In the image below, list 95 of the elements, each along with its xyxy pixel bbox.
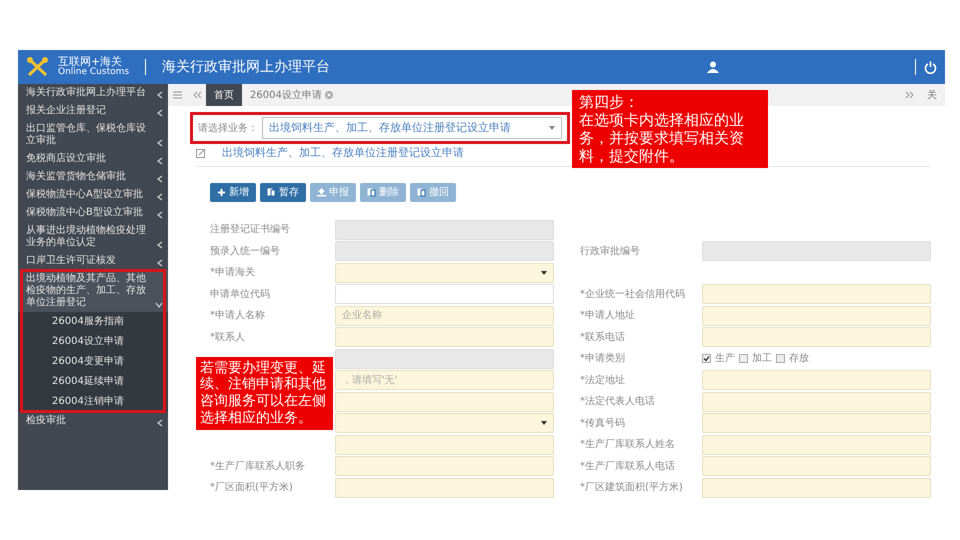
plus-icon	[217, 188, 226, 196]
field-label: *生产厂库联系人电话	[580, 460, 676, 474]
field-label: *厂区建筑面积(平方米)	[580, 480, 684, 495]
dropdown-field[interactable]	[335, 262, 554, 282]
sidebar-subitem[interactable]: 26004设立申请	[18, 332, 168, 352]
brand-subtitle: Online Customs	[58, 68, 130, 78]
sidebar-item[interactable]: 出境动植物及其产品、其他检疫物的生产、加工、存放单位注册登记	[18, 270, 168, 312]
field-label: *生产厂库联系人职务	[210, 460, 306, 474]
field-label: *企业统一社会信用代码	[580, 288, 686, 302]
close-icon	[324, 91, 333, 99]
chevron-left-icon	[157, 211, 163, 219]
checkbox-label: 生产	[715, 352, 735, 366]
checkbox-label: 存放	[789, 352, 809, 366]
checkbox[interactable]	[776, 354, 785, 363]
select-label: 请选择业务：	[198, 122, 258, 136]
sidebar-item[interactable]: 保税物流中心A型设立审批	[18, 186, 168, 204]
chevron-left-icon	[157, 139, 163, 147]
tab[interactable]: 首页	[206, 84, 242, 106]
input-field[interactable]	[702, 370, 931, 390]
caret-down-icon	[541, 270, 547, 274]
input-field[interactable]	[335, 478, 554, 498]
field-label: *法定地址	[580, 374, 626, 388]
input-field[interactable]	[702, 413, 931, 433]
caret-down-icon	[549, 126, 555, 130]
sidebar-subitem[interactable]: 26004延续申请	[18, 372, 168, 392]
field-label: *联系电话	[580, 330, 626, 344]
annotation-text: 若需要办理变更、延续、注销申请和其他咨询服务可以在左侧选择相应的业务。	[200, 360, 327, 427]
chevron-left-icon	[157, 193, 163, 201]
sidebar-item[interactable]: 报关企业注册登记	[18, 102, 168, 120]
field-label: 注册登记证书编号	[210, 222, 291, 237]
document-icon	[367, 188, 376, 196]
chevron-left-icon	[157, 241, 163, 249]
sidebar-item[interactable]: 从事进出境动植物检疫处理业务的单位认定	[18, 222, 168, 252]
input-field[interactable]	[335, 327, 554, 347]
sidebar-item[interactable]: 出口监管仓库、保税仓库设立审批	[18, 120, 168, 150]
chevron-left-icon	[157, 91, 163, 99]
sidebar-item[interactable]: 口岸卫生许可证核发	[18, 252, 168, 270]
close-tabs-link[interactable]: 关	[919, 84, 945, 106]
checkbox[interactable]	[739, 354, 748, 363]
field-label: *申请人名称	[210, 308, 266, 323]
field-label: *厂区面积(平方米)	[210, 480, 294, 495]
checkbox-label: 加工	[752, 352, 772, 366]
sidebar-item[interactable]: 保税物流中心B型设立审批	[18, 204, 168, 222]
input-field[interactable]	[335, 456, 554, 476]
upload-icon	[317, 188, 326, 196]
document-icon	[267, 188, 276, 196]
field-label: *联系人	[210, 330, 246, 344]
action-button[interactable]: 新增	[210, 182, 256, 202]
field-label: 预录入统一编号	[210, 244, 281, 258]
sidebar-item[interactable]: 免税商店设立审批	[18, 150, 168, 168]
chevron-down-icon	[155, 301, 163, 309]
action-button[interactable]: 暂存	[260, 182, 306, 202]
brand-name: 互联网+海关	[58, 56, 122, 68]
dropdown-field[interactable]	[335, 413, 554, 433]
crossed-keys-icon	[26, 56, 50, 78]
checkbox[interactable]	[702, 354, 711, 363]
platform-title: 海关行政审批网上办理平台	[162, 58, 330, 76]
form-title: 出境饲料生产、加工、存放单位注册登记设立申请	[222, 145, 464, 161]
field-label: 申请单位代码	[210, 288, 271, 302]
field-label: *申请海关	[210, 266, 256, 280]
chevron-left-icon	[157, 175, 163, 183]
input-field[interactable]	[702, 478, 931, 498]
field-label: *申请人地址	[580, 308, 636, 323]
power-icon[interactable]	[924, 60, 937, 74]
sidebar-item[interactable]: 检疫审批	[18, 412, 168, 430]
sidebar-header[interactable]: 海关行政审批网上办理平台	[18, 84, 168, 102]
field-label: *申请类别	[580, 352, 626, 366]
chevron-left-icon	[157, 109, 163, 117]
input-field[interactable]	[702, 392, 931, 412]
user-icon	[707, 61, 719, 73]
chevron-left-icon	[157, 157, 163, 165]
chevron-left-icon	[157, 259, 163, 267]
field-label: *传真号码	[580, 416, 626, 430]
tab[interactable]: 26004设立申请	[242, 84, 341, 106]
input-field[interactable]	[335, 284, 554, 304]
chevron-left-icon	[157, 419, 163, 427]
caret-down-icon	[541, 421, 547, 425]
business-select[interactable]: 出境饲料生产、加工、存放单位注册登记设立申请	[262, 117, 562, 139]
input-field[interactable]	[335, 434, 554, 454]
document-icon	[417, 188, 426, 196]
input-field[interactable]	[335, 392, 554, 412]
sidebar-item[interactable]: 海关监管货物仓储审批	[18, 168, 168, 186]
annotation-text: 在选项卡内选择相应的业务，并按要求填写相关资料，提交附件。	[579, 111, 745, 165]
input-field[interactable]	[702, 284, 931, 304]
sidebar-subitem[interactable]: 26004变更申请	[18, 352, 168, 372]
field-label: *生产厂库联系人姓名	[580, 438, 676, 452]
input-field[interactable]	[702, 327, 931, 347]
field-label: *法定代表人电话	[580, 394, 656, 409]
field-label: 行政审批编号	[580, 244, 641, 258]
edit-icon	[196, 148, 206, 158]
annotation-title: 第四步：	[579, 93, 640, 111]
sidebar-subitem[interactable]: 26004服务指南	[18, 312, 168, 332]
input-field[interactable]	[702, 434, 931, 454]
input-field[interactable]	[702, 306, 931, 326]
input-field[interactable]	[702, 456, 931, 476]
